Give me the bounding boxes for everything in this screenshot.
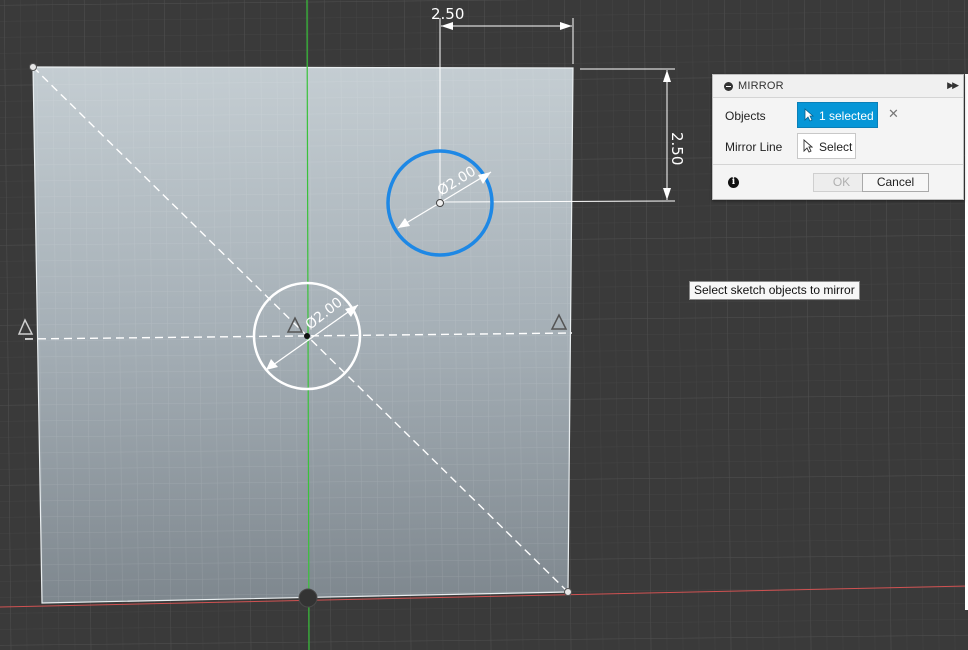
origin-point[interactable] (298, 588, 318, 608)
cancel-button[interactable]: Cancel (862, 173, 929, 192)
collapse-icon[interactable] (724, 82, 733, 91)
clear-icon[interactable]: ✕ (888, 106, 899, 122)
mirror-line-select-label: Select (819, 140, 853, 154)
center-circle-center-point[interactable] (304, 333, 310, 339)
objects-label: Objects (725, 109, 766, 123)
mirror-dialog-title: MIRROR (738, 80, 784, 92)
objects-selection-label: 1 selected (819, 109, 874, 123)
mirror-dialog-header: MIRROR ▶▶ (713, 75, 963, 98)
expand-icon[interactable]: ▶▶ (947, 80, 959, 91)
cursor-arrow-icon (803, 139, 813, 153)
mirror-line-label: Mirror Line (725, 140, 783, 154)
mirror-line-select-button[interactable]: Select (797, 133, 856, 159)
corner-point-top-left[interactable] (29, 63, 37, 71)
cursor-arrow-icon (804, 108, 814, 122)
mirror-dialog: MIRROR ▶▶ Objects 1 selected ✕ Mirror Li… (712, 74, 964, 200)
horizontal-dimension-label[interactable]: 2.50 (431, 5, 464, 23)
mirror-dialog-footer: i OK Cancel (713, 164, 963, 200)
selected-circle-center-point[interactable] (436, 199, 444, 207)
tooltip: Select sketch objects to mirror (689, 281, 860, 300)
info-icon[interactable]: i (728, 177, 739, 188)
objects-selection-button[interactable]: 1 selected (797, 102, 878, 128)
vertical-dimension-label[interactable]: 2.50 (668, 132, 686, 165)
corner-point-bottom-right[interactable] (564, 588, 572, 596)
sketch-rectangle-grid (33, 67, 573, 603)
